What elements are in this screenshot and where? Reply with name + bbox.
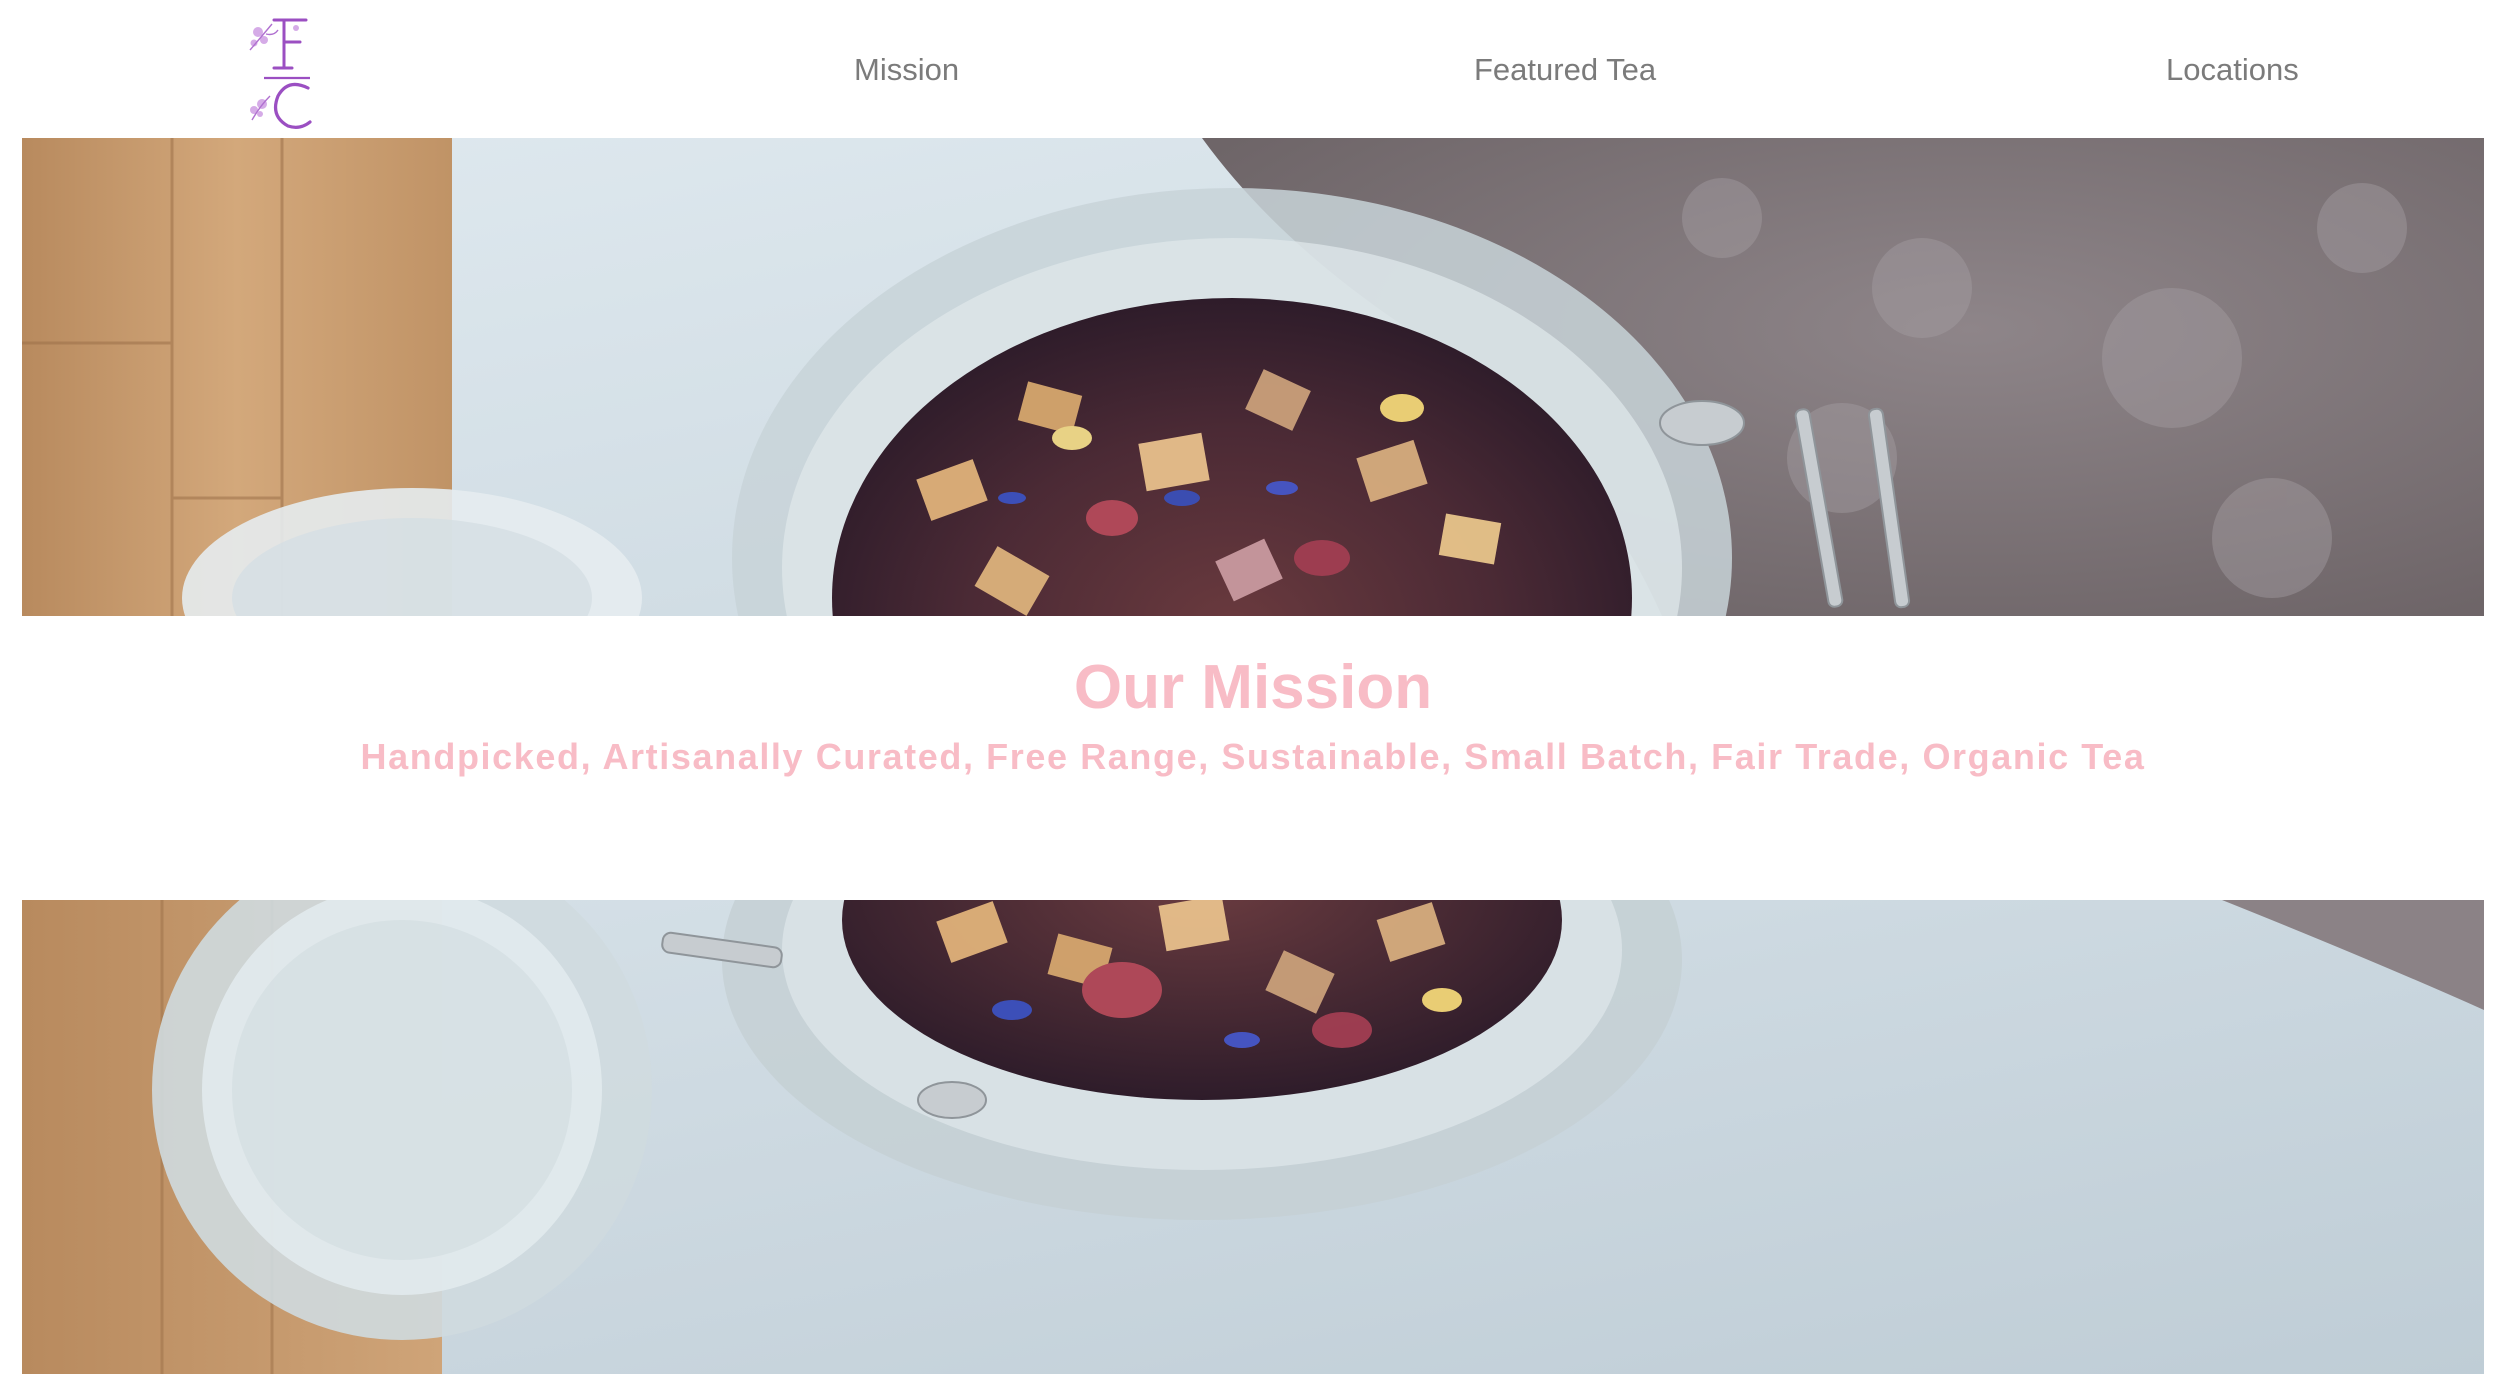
floral-monogram-logo-icon — [249, 18, 312, 129]
brand-logo[interactable] — [244, 10, 324, 132]
tea-jar-photo-icon — [22, 138, 2484, 616]
hero-image-bottom — [22, 900, 2484, 1374]
nav-locations-link[interactable]: Locations — [2166, 48, 2299, 92]
nav-mission-link[interactable]: Mission — [854, 48, 959, 92]
site-header: Mission Featured Tea Locations — [0, 0, 2506, 138]
open-tea-jar-photo-icon — [22, 900, 2484, 1374]
mission-section: Our Mission Handpicked, Artisanally Cura… — [0, 616, 2506, 900]
mission-tagline: Handpicked, Artisanally Curated, Free Ra… — [360, 736, 2146, 777]
nav-featured-tea-link[interactable]: Featured Tea — [1474, 48, 1656, 92]
hero-image-top — [22, 138, 2484, 616]
mission-title: Our Mission — [1073, 653, 1433, 722]
